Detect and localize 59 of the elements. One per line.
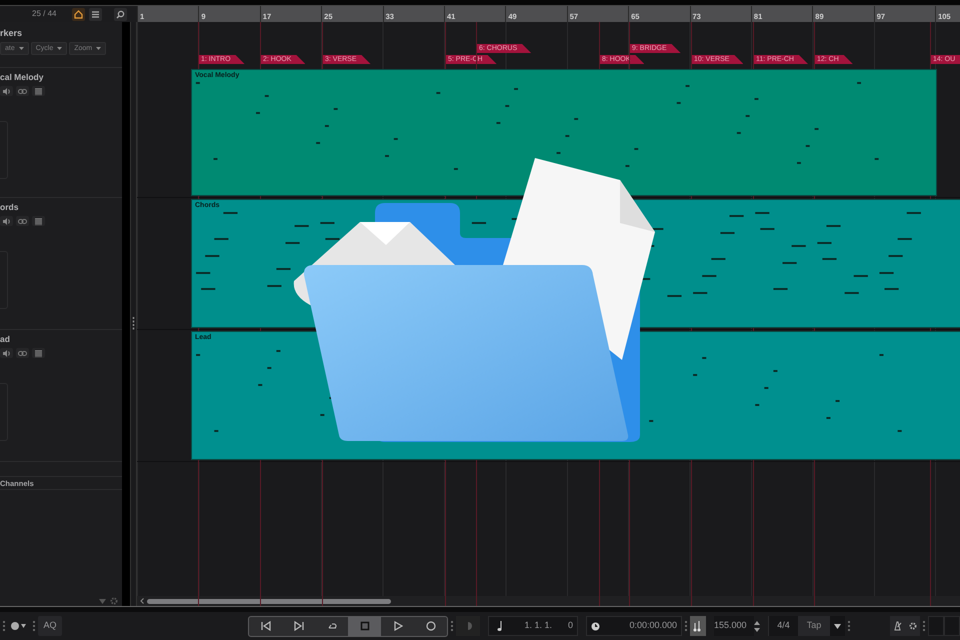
resize-handle-icon[interactable] (132, 317, 135, 331)
link-button[interactable] (16, 348, 29, 358)
dial-icon (11, 622, 27, 630)
caret-icon (18, 47, 24, 50)
list-view-button[interactable] (89, 8, 102, 20)
list-icon (91, 10, 100, 18)
marker-panel-title: rkers (0, 28, 24, 38)
caret-icon (57, 47, 62, 50)
speaker-icon (2, 218, 10, 224)
link-icon (18, 88, 27, 94)
clock-icon (591, 622, 600, 630)
link-button[interactable] (16, 216, 29, 226)
search-button[interactable] (114, 8, 127, 20)
chevron-left-icon[interactable] (140, 598, 144, 604)
speaker-icon (2, 350, 10, 356)
spinner-arrows-icon[interactable] (754, 620, 760, 632)
play-icon (392, 621, 402, 631)
position-ticks: 0 (568, 619, 573, 632)
link-icon (18, 218, 27, 224)
caret-icon (834, 624, 841, 628)
list-button[interactable] (32, 216, 45, 226)
record-icon (426, 621, 436, 631)
metronome-icon (893, 621, 902, 631)
dropdown-button[interactable] (830, 616, 845, 636)
home-icon (74, 10, 83, 18)
time-signature-field[interactable]: 4/4 (768, 616, 798, 636)
position-field[interactable]: 1. 1. 1. (524, 619, 552, 633)
search-icon (116, 10, 125, 18)
home-button[interactable] (72, 8, 85, 20)
speaker-button[interactable] (0, 348, 13, 358)
link-button[interactable] (16, 86, 29, 96)
caret-icon (96, 47, 102, 50)
skip-forward-icon (294, 621, 304, 631)
list-icon (35, 218, 42, 224)
track-name: ords (0, 202, 20, 212)
stop-icon (360, 621, 370, 631)
speaker-button[interactable] (0, 86, 13, 96)
page-counter: 25 / 44 (32, 8, 58, 20)
settings-button[interactable] (905, 616, 920, 636)
skip-back-icon (260, 621, 270, 631)
list-icon (35, 88, 42, 94)
list-icon (35, 350, 42, 356)
auto-quantize-button[interactable]: AQ (38, 616, 62, 636)
speaker-icon (2, 88, 10, 94)
track-name: ad (0, 334, 11, 344)
scrollbar-thumb[interactable] (147, 598, 391, 604)
list-button[interactable] (32, 86, 45, 96)
track-name: cal Melody (0, 72, 44, 82)
tempo-field[interactable]: 155.000 (714, 616, 754, 636)
tempo-icon (693, 620, 703, 632)
settings-icon (908, 622, 916, 630)
speaker-button[interactable] (0, 216, 13, 226)
metronome-toggle-button[interactable] (456, 616, 480, 636)
tempo-button[interactable] (690, 616, 706, 636)
link-icon (18, 350, 27, 356)
metronome-button[interactable] (890, 616, 905, 636)
tap-button[interactable]: Tap (798, 616, 830, 636)
loop-icon (326, 621, 336, 631)
list-button[interactable] (32, 348, 45, 358)
